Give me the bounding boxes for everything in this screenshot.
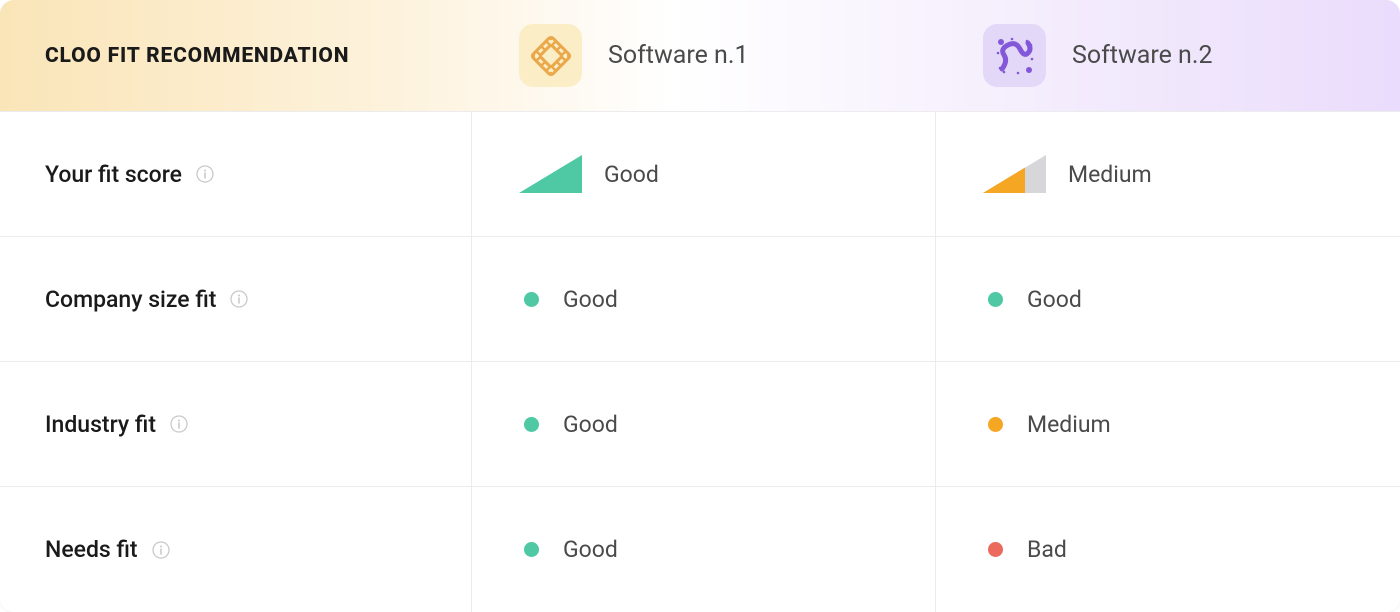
value-cell-software-2: Bad: [936, 487, 1400, 612]
header-software-1: Software n.1: [472, 0, 936, 111]
signal-good-icon: [519, 155, 582, 193]
value-text: Good: [1027, 286, 1082, 313]
software-1-icon: [519, 24, 582, 87]
row-label: Company size fit: [45, 286, 216, 313]
info-icon[interactable]: [196, 165, 214, 183]
value-cell-software-2: Medium: [936, 362, 1400, 486]
label-cell: Company size fit: [0, 237, 472, 361]
status-dot-medium: [988, 417, 1003, 432]
value-text: Bad: [1027, 536, 1067, 563]
software-1-name: Software n.1: [608, 41, 749, 70]
value-text: Medium: [1027, 411, 1111, 438]
header-title: CLOO FIT RECOMMENDATION: [45, 44, 349, 68]
row-industry: Industry fit Good Medium: [0, 362, 1400, 487]
comparison-table: CLOO FIT RECOMMENDATION: [0, 0, 1400, 612]
value-cell-software-2: Good: [936, 237, 1400, 361]
label-cell: Needs fit: [0, 487, 472, 612]
status-dot-good: [524, 542, 539, 557]
value-cell-software-2: Medium: [936, 112, 1400, 236]
label-cell: Industry fit: [0, 362, 472, 486]
status-dot-good: [524, 417, 539, 432]
info-icon[interactable]: [170, 415, 188, 433]
software-2-icon: [983, 24, 1046, 87]
row-label: Needs fit: [45, 536, 138, 563]
value-cell-software-1: Good: [472, 237, 936, 361]
value-text: Medium: [1068, 161, 1152, 188]
status-dot-good: [524, 292, 539, 307]
row-company-size: Company size fit Good Good: [0, 237, 1400, 362]
info-icon[interactable]: [230, 290, 248, 308]
row-needs: Needs fit Good Bad: [0, 487, 1400, 612]
value-text: Good: [604, 161, 659, 188]
status-dot-good: [988, 292, 1003, 307]
header-title-cell: CLOO FIT RECOMMENDATION: [0, 0, 472, 111]
row-label: Industry fit: [45, 411, 156, 438]
value-text: Good: [563, 411, 618, 438]
status-dot-bad: [988, 542, 1003, 557]
signal-medium-icon: [983, 155, 1046, 193]
value-text: Good: [563, 286, 618, 313]
label-cell: Your fit score: [0, 112, 472, 236]
value-cell-software-1: Good: [472, 362, 936, 486]
row-label: Your fit score: [45, 161, 182, 188]
value-cell-software-1: Good: [472, 487, 936, 612]
info-icon[interactable]: [152, 541, 170, 559]
software-2-name: Software n.2: [1072, 41, 1213, 70]
value-cell-software-1: Good: [472, 112, 936, 236]
table-header-row: CLOO FIT RECOMMENDATION: [0, 0, 1400, 112]
header-software-2: Software n.2: [936, 0, 1400, 111]
value-text: Good: [563, 536, 618, 563]
row-fit-score: Your fit score Good Medium: [0, 112, 1400, 237]
